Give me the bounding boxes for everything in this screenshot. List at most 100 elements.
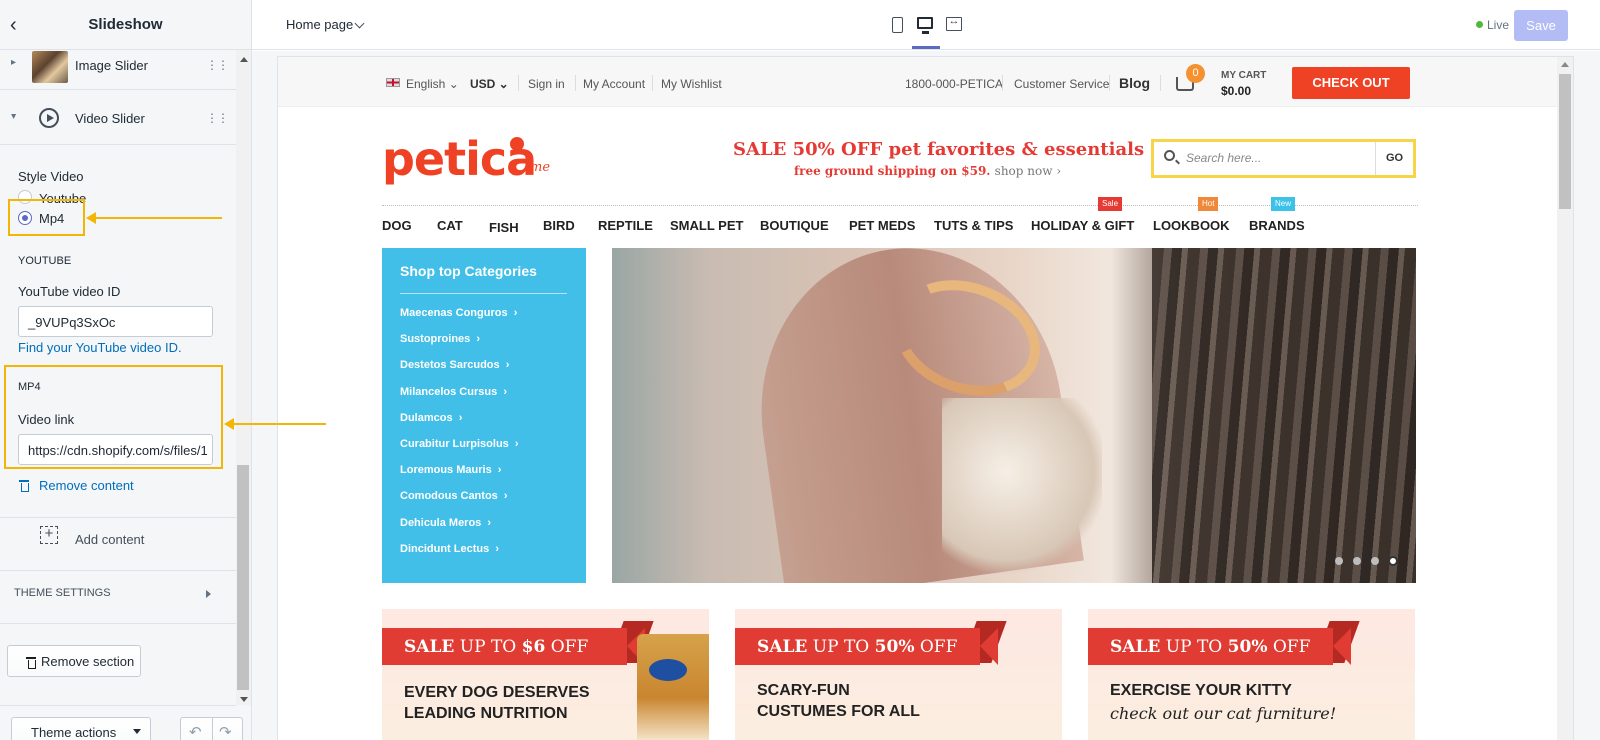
video-slider[interactable] bbox=[612, 248, 1416, 583]
slider-dot[interactable] bbox=[1335, 557, 1343, 565]
language-selector[interactable]: English ⌄ bbox=[406, 77, 459, 91]
nav-small-pet[interactable]: SMALL PET bbox=[670, 218, 743, 233]
fullscreen-view-icon[interactable] bbox=[946, 15, 962, 31]
nav-holiday-gift[interactable]: HOLIDAY & GIFT bbox=[1031, 218, 1134, 233]
scroll-down-arrow[interactable] bbox=[240, 697, 248, 702]
ribbon-value: $6 bbox=[521, 637, 546, 657]
promo-banner-dog[interactable]: SALE UP TO $6 OFF EVERY DOG DESERVES LEA… bbox=[382, 609, 709, 740]
shop-now-link[interactable]: shop now › bbox=[995, 164, 1061, 178]
ribbon-sale: SALE bbox=[1110, 637, 1161, 657]
drag-handle-icon[interactable]: ⋮⋮ bbox=[206, 111, 229, 125]
category-label: Loremous Mauris bbox=[400, 464, 492, 476]
search-icon bbox=[1164, 150, 1175, 161]
ribbon-off: OFF bbox=[914, 637, 958, 657]
my-wishlist-link[interactable]: My Wishlist bbox=[661, 77, 722, 91]
nav-cat[interactable]: CAT bbox=[437, 218, 463, 233]
store-preview-frame: English ⌄ USD ⌄ Sign in My Account My Wi… bbox=[278, 57, 1573, 740]
sale-subline: free ground shipping on $59. shop now › bbox=[794, 164, 1061, 178]
sidebar-scrollbar-thumb[interactable] bbox=[237, 465, 249, 690]
nav-brands[interactable]: BRANDS bbox=[1249, 218, 1305, 233]
ribbon-upto: UP TO bbox=[1160, 637, 1228, 657]
category-item[interactable]: Dincidunt Lectus › bbox=[400, 543, 499, 555]
mobile-view-icon[interactable] bbox=[892, 17, 903, 33]
slider-dot[interactable] bbox=[1353, 557, 1361, 565]
cart-total: $0.00 bbox=[1221, 84, 1252, 98]
trash-icon[interactable] bbox=[19, 480, 29, 492]
nav-bird[interactable]: BIRD bbox=[543, 218, 575, 233]
block-video-slider[interactable]: ▸ Video Slider ⋮⋮ bbox=[0, 90, 236, 145]
search-input[interactable]: Search here... bbox=[1186, 151, 1261, 165]
block-label: Video Slider bbox=[75, 111, 145, 126]
drag-handle-icon[interactable]: ⋮⋮ bbox=[206, 58, 229, 72]
sign-in-link[interactable]: Sign in bbox=[528, 77, 565, 91]
preview-scrollbar-thumb[interactable] bbox=[1559, 74, 1571, 209]
video-link-input[interactable]: https://cdn.shopify.com/s/files/1 bbox=[18, 434, 213, 465]
page-select[interactable]: Home page bbox=[286, 17, 353, 32]
my-cart-label[interactable]: MY CART bbox=[1221, 70, 1266, 81]
category-item[interactable]: Destetos Sarcudos › bbox=[400, 359, 509, 371]
save-button[interactable]: Save bbox=[1514, 10, 1568, 41]
sale-ribbon: SALE UP TO 50% OFF bbox=[735, 628, 980, 665]
youtube-id-input[interactable]: _9VUPq3SxOc bbox=[18, 306, 213, 337]
ribbon-text: SALE UP TO 50% OFF bbox=[757, 637, 957, 657]
live-status-dot bbox=[1476, 21, 1483, 28]
slider-dot[interactable] bbox=[1371, 557, 1379, 565]
add-content-icon[interactable] bbox=[40, 525, 58, 544]
category-item[interactable]: Comodous Cantos › bbox=[400, 490, 508, 502]
remove-content-link[interactable]: Remove content bbox=[39, 478, 134, 493]
desktop-view-icon[interactable] bbox=[917, 17, 933, 34]
promo-banner-costumes[interactable]: SALE UP TO 50% OFF SCARY-FUN CUSTUMES FO… bbox=[735, 609, 1062, 740]
category-label: Comodous Cantos bbox=[400, 490, 498, 502]
active-view-indicator bbox=[912, 46, 940, 49]
divider bbox=[1109, 75, 1110, 91]
chevron-down-icon[interactable]: ▸ bbox=[8, 114, 19, 119]
promo-banner-kitty[interactable]: SALE UP TO 50% OFF EXERCISE YOUR KITTY c… bbox=[1088, 609, 1415, 740]
slider-dot-active[interactable] bbox=[1388, 556, 1398, 566]
add-content-button[interactable]: Add content bbox=[75, 532, 144, 547]
theme-actions-button[interactable]: Theme actions bbox=[11, 717, 151, 740]
youtube-id-help-link[interactable]: Find your YouTube video ID. bbox=[18, 340, 182, 355]
paw-icon bbox=[510, 137, 524, 151]
chevron-right-icon[interactable]: ▸ bbox=[11, 57, 16, 68]
nav-boutique[interactable]: BOUTIQUE bbox=[760, 218, 829, 233]
category-item[interactable]: Dulamcos › bbox=[400, 412, 462, 424]
my-account-link[interactable]: My Account bbox=[583, 77, 645, 91]
ribbon-value: 50% bbox=[874, 637, 915, 657]
divider bbox=[652, 75, 653, 91]
category-item[interactable]: Milancelos Cursus › bbox=[400, 386, 507, 398]
nav-tuts-tips[interactable]: TUTS & TIPS bbox=[934, 218, 1013, 233]
category-item[interactable]: Loremous Mauris › bbox=[400, 464, 501, 476]
theme-settings-toggle[interactable]: THEME SETTINGS bbox=[14, 587, 111, 599]
nav-pet-meds[interactable]: PET MEDS bbox=[849, 218, 915, 233]
sidebar-footer: Theme actions ↶ ↷ bbox=[0, 705, 243, 740]
caret-right-icon[interactable] bbox=[206, 590, 211, 598]
divider bbox=[575, 75, 576, 91]
currency-selector[interactable]: USD ⌄ bbox=[470, 77, 509, 91]
scroll-up-arrow[interactable] bbox=[240, 57, 248, 62]
store-search: Search here... GO bbox=[1151, 139, 1416, 178]
category-item[interactable]: Maecenas Conguros › bbox=[400, 307, 517, 319]
scroll-up-arrow[interactable] bbox=[1561, 62, 1569, 67]
search-go-button[interactable]: GO bbox=[1375, 142, 1413, 175]
category-item[interactable]: Dehicula Meros › bbox=[400, 517, 491, 529]
category-label: Milancelos Cursus bbox=[400, 386, 498, 398]
youtube-heading: YOUTUBE bbox=[18, 255, 72, 267]
nav-reptile[interactable]: REPTILE bbox=[598, 218, 653, 233]
block-image-slider[interactable]: ▸ Image Slider ⋮⋮ bbox=[0, 50, 236, 90]
category-item[interactable]: Sustoproines › bbox=[400, 333, 480, 345]
nav-lookbook[interactable]: LOOKBOOK bbox=[1153, 218, 1230, 233]
redo-icon[interactable]: ↷ bbox=[219, 723, 232, 740]
divider bbox=[212, 718, 213, 740]
ribbon-sale: SALE bbox=[757, 637, 808, 657]
category-item[interactable]: Curabitur Lurpisolus › bbox=[400, 438, 519, 450]
nav-dog[interactable]: DOG bbox=[382, 218, 412, 233]
customer-service-link[interactable]: Customer Service bbox=[1014, 77, 1109, 91]
undo-icon[interactable]: ↶ bbox=[189, 723, 202, 740]
blog-link[interactable]: Blog bbox=[1119, 75, 1150, 91]
category-label: Maecenas Conguros bbox=[400, 307, 508, 319]
checkout-button[interactable]: CHECK OUT bbox=[1292, 67, 1410, 99]
remove-section-button[interactable]: Remove section bbox=[7, 645, 141, 677]
nav-fish[interactable]: FISH bbox=[489, 220, 519, 235]
chevron-down-icon[interactable] bbox=[354, 18, 365, 29]
ribbon-sale: SALE bbox=[404, 637, 455, 657]
